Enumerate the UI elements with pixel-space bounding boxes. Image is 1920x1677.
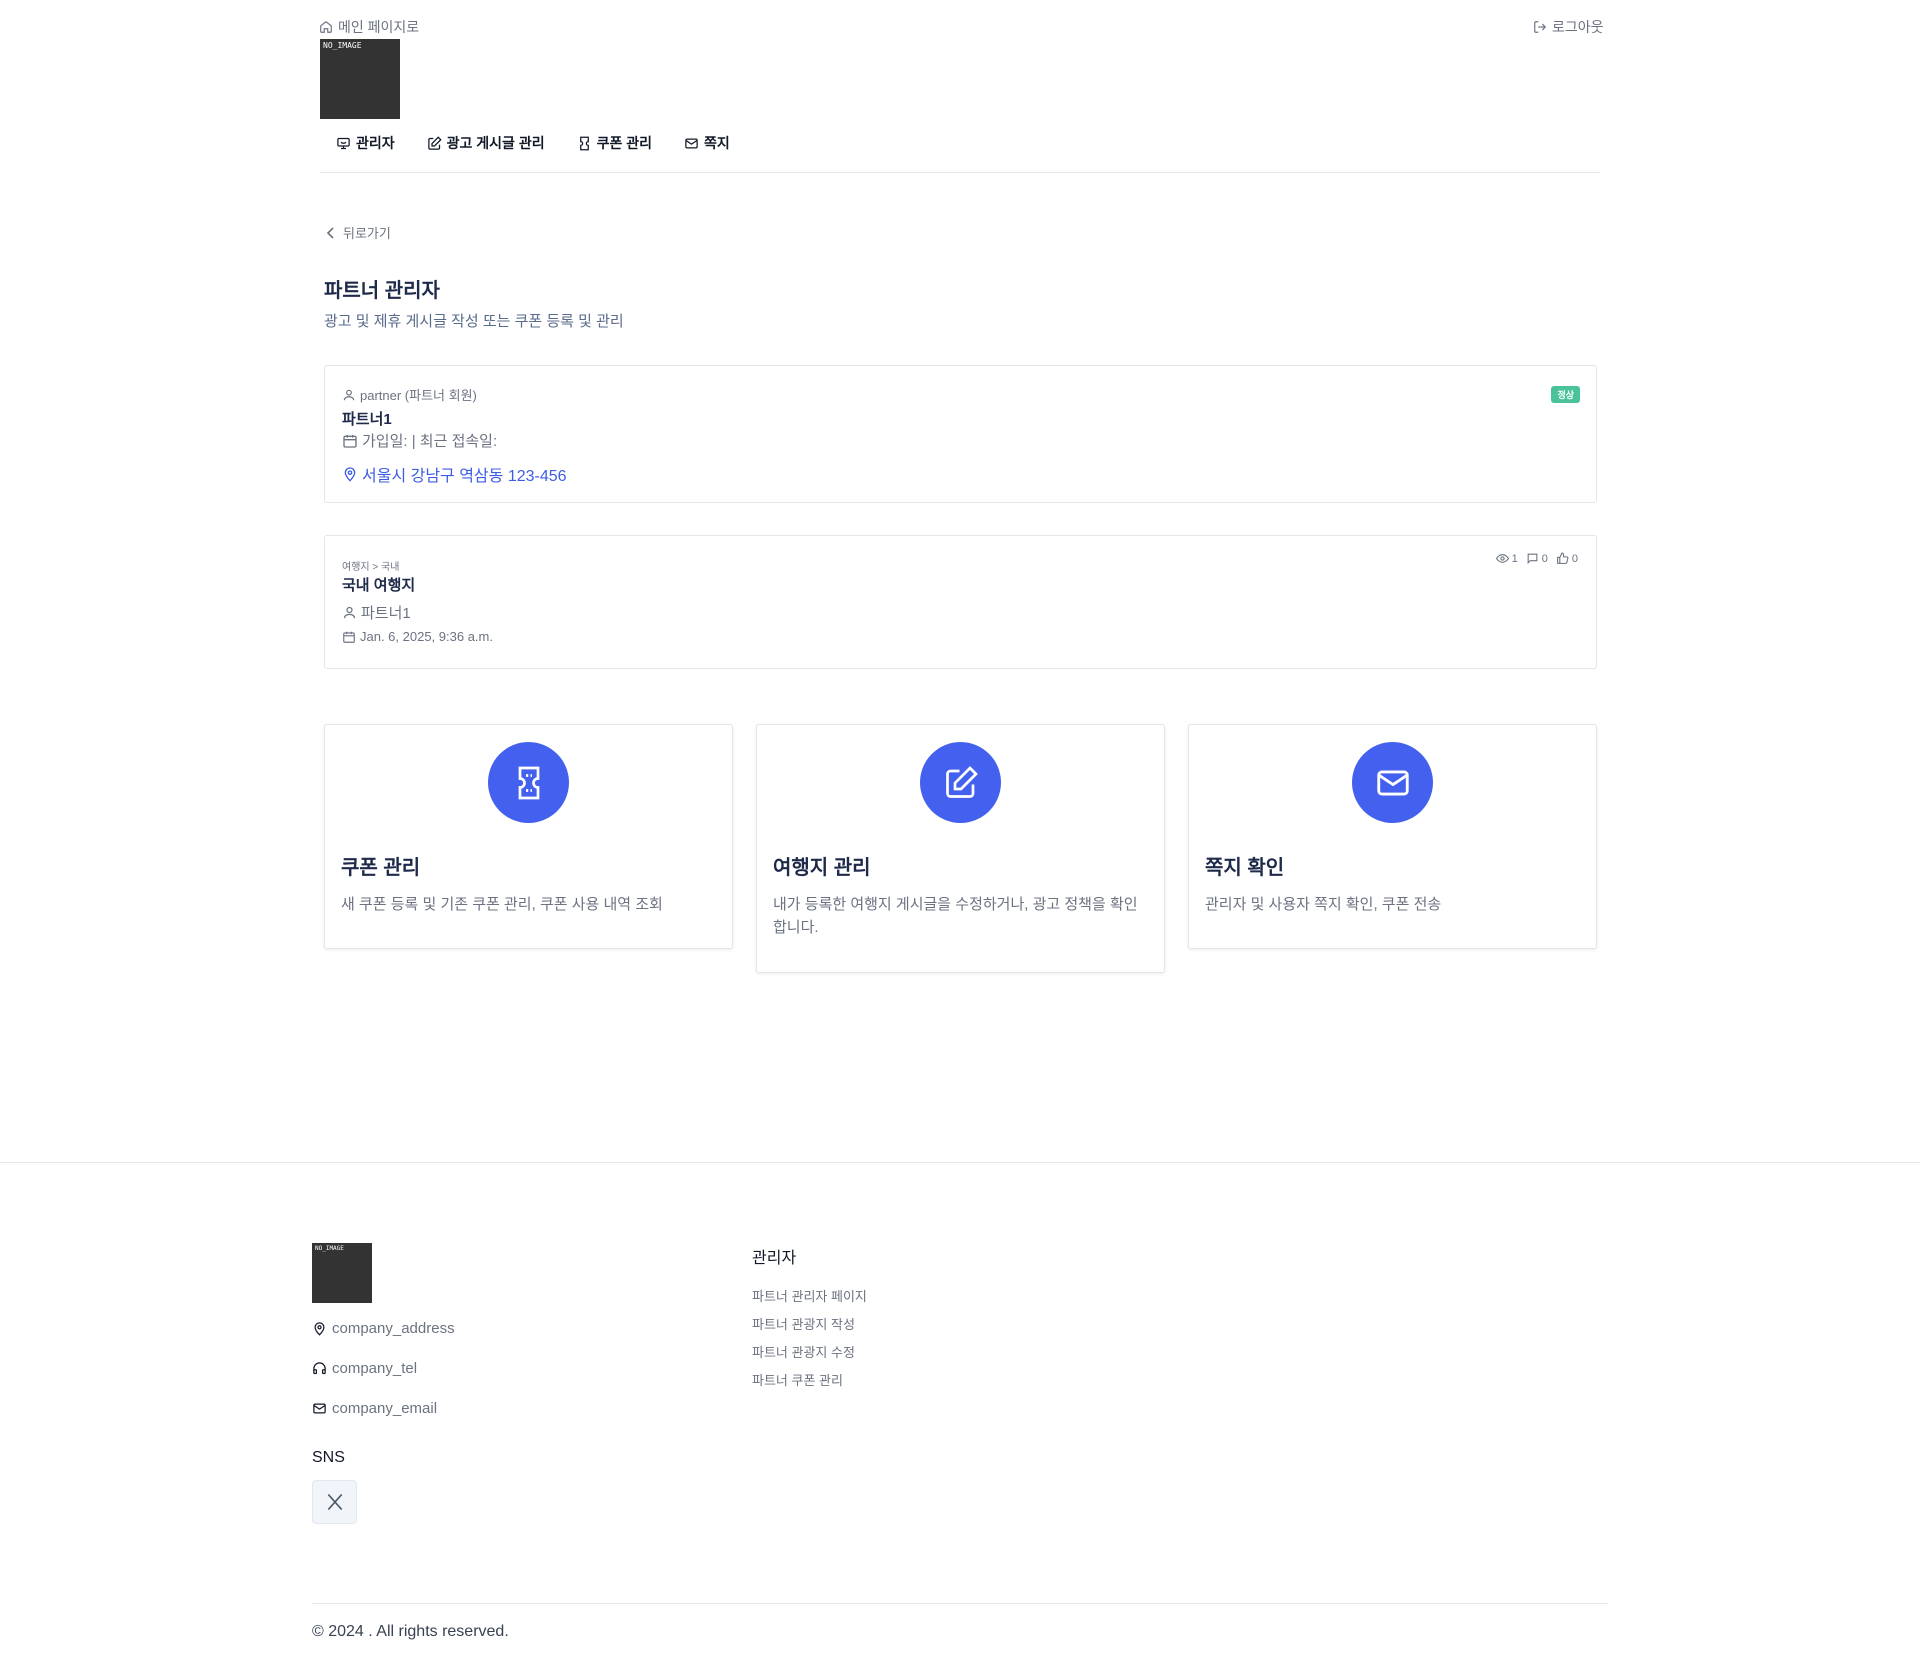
post-category: 여행지 > 국내 (342, 562, 400, 573)
post-author: 파트너1 (361, 605, 411, 622)
feature-icon-circle (920, 742, 1001, 823)
thumbs-up-icon (1556, 552, 1569, 565)
nav-item-label: 광고 게시글 관리 (446, 135, 545, 151)
nav-item-coupons[interactable]: 쿠폰 관리 (577, 133, 652, 153)
page-subtitle: 광고 및 제휴 게시글 작성 또는 쿠폰 등록 및 관리 (324, 313, 624, 330)
mail-icon (684, 136, 699, 151)
main-nav: 관리자 광고 게시글 관리 쿠폰 관리 쪽지 (320, 133, 730, 153)
profile-name: 파트너1 (342, 411, 392, 428)
site-logo[interactable]: NO_IMAGE (320, 39, 400, 119)
footer-link-create-destination[interactable]: 파트너 관광지 작성 (752, 1314, 855, 1333)
header-divider (320, 172, 1600, 173)
footer-link-edit-destination[interactable]: 파트너 관광지 수정 (752, 1342, 855, 1361)
user-icon (342, 388, 356, 402)
x-social-button[interactable] (312, 1480, 357, 1524)
logout-link[interactable]: 로그아웃 (1533, 17, 1604, 37)
footer-logo-text: NO_IMAGE (315, 1245, 344, 1252)
mail-icon (1374, 764, 1412, 802)
feature-title: 쪽지 확인 (1205, 857, 1285, 879)
message-check-card[interactable]: 쪽지 확인 관리자 및 사용자 쪽지 확인, 쿠폰 전송 (1188, 724, 1597, 949)
likes-stat: 0 (1556, 552, 1578, 565)
calendar-icon (342, 630, 356, 644)
user-icon (342, 605, 357, 620)
comments-stat: 0 (1526, 552, 1548, 565)
nav-item-admin[interactable]: 관리자 (320, 133, 395, 153)
footer-link-coupon-management[interactable]: 파트너 쿠폰 관리 (752, 1370, 843, 1389)
logo-text: NO_IMAGE (323, 41, 362, 50)
profile-dates-row: 가입일: | 최근 접속일: (342, 430, 497, 451)
footer-logo[interactable]: NO_IMAGE (312, 1243, 372, 1303)
coupon-management-card[interactable]: 쿠폰 관리 새 쿠폰 등록 및 기존 쿠폰 관리, 쿠폰 사용 내역 조회 (324, 724, 733, 949)
profile-role-row: partner (파트너 회원) (342, 385, 477, 404)
x-logo-icon (325, 1492, 345, 1512)
views-count: 1 (1511, 552, 1518, 565)
footer-divider (312, 1603, 1608, 1604)
likes-count: 0 (1571, 552, 1578, 565)
back-label: 뒤로가기 (343, 226, 391, 241)
eye-icon (1495, 552, 1509, 565)
post-date-row: Jan. 6, 2025, 9:36 a.m. (342, 629, 493, 644)
post-date: Jan. 6, 2025, 9:36 a.m. (360, 629, 493, 644)
feature-description: 관리자 및 사용자 쪽지 확인, 쿠폰 전송 (1205, 896, 1442, 913)
home-link-label: 메인 페이지로 (338, 19, 420, 35)
headphones-icon (312, 1361, 327, 1376)
back-button[interactable]: 뒤로가기 (326, 223, 391, 242)
profile-address: 서울시 강남구 역삼동 123-456 (362, 468, 567, 485)
profile-card: partner (파트너 회원) 정상 파트너1 가입일: | 최근 접속일: … (324, 365, 1597, 503)
chevron-left-icon (326, 226, 336, 239)
footer-address: company_address (332, 1320, 455, 1337)
nav-item-label: 관리자 (356, 135, 395, 151)
footer-email-row: company_email (312, 1400, 437, 1417)
ticket-icon (511, 765, 547, 801)
post-stats: 1 0 0 (1495, 552, 1578, 565)
profile-dates: 가입일: | 최근 접속일: (362, 433, 498, 450)
nav-item-label: 쪽지 (704, 135, 730, 151)
edit-icon (427, 135, 442, 151)
nav-item-label: 쿠폰 관리 (596, 135, 653, 151)
status-badge: 정상 (1551, 386, 1580, 403)
page-title: 파트너 관리자 (324, 280, 440, 302)
footer-column-title: 관리자 (752, 1250, 797, 1267)
destination-management-card[interactable]: 여행지 관리 내가 등록한 여행지 게시글을 수정하거나, 광고 정책을 확인합… (756, 724, 1165, 973)
profile-address-row: 서울시 강남구 역삼동 123-456 (342, 462, 567, 486)
profile-role: partner (파트너 회원) (360, 388, 477, 403)
footer-address-row: company_address (312, 1320, 455, 1337)
map-pin-icon (342, 466, 358, 482)
monitor-icon (336, 136, 351, 151)
calendar-icon (342, 433, 358, 449)
copyright: © 2024 . All rights reserved. (312, 1623, 509, 1640)
footer-link-partner-admin[interactable]: 파트너 관리자 페이지 (752, 1286, 867, 1305)
edit-icon (943, 765, 979, 801)
feature-icon-circle (488, 742, 569, 823)
mail-icon (312, 1401, 327, 1416)
post-author-row: 파트너1 (342, 602, 411, 623)
feature-title: 쿠폰 관리 (341, 857, 421, 879)
logout-link-label: 로그아웃 (1552, 19, 1604, 35)
footer-tel-row: company_tel (312, 1360, 417, 1377)
feature-description: 내가 등록한 여행지 게시글을 수정하거나, 광고 정책을 확인합니다. (773, 896, 1138, 936)
footer-tel: company_tel (332, 1360, 418, 1377)
home-icon (319, 20, 333, 34)
feature-title: 여행지 관리 (773, 857, 871, 879)
ticket-icon (577, 136, 592, 151)
comments-count: 0 (1541, 552, 1548, 565)
post-title[interactable]: 국내 여행지 (342, 574, 415, 595)
feature-icon-circle (1352, 742, 1433, 823)
footer-top-border (0, 1162, 1920, 1163)
footer-email: company_email (332, 1400, 438, 1417)
home-link[interactable]: 메인 페이지로 (319, 17, 419, 37)
map-pin-icon (312, 1321, 327, 1336)
nav-item-messages[interactable]: 쪽지 (684, 133, 730, 153)
comment-icon (1526, 552, 1539, 565)
feature-description: 새 쿠폰 등록 및 기존 쿠폰 관리, 쿠폰 사용 내역 조회 (341, 896, 663, 913)
post-card[interactable]: 여행지 > 국내 국내 여행지 파트너1 Jan. 6, 2025, 9:36 … (324, 535, 1597, 669)
sns-title: SNS (312, 1449, 345, 1466)
logout-icon (1533, 20, 1547, 34)
views-stat: 1 (1495, 552, 1518, 565)
nav-item-ad-posts[interactable]: 광고 게시글 관리 (427, 133, 545, 153)
